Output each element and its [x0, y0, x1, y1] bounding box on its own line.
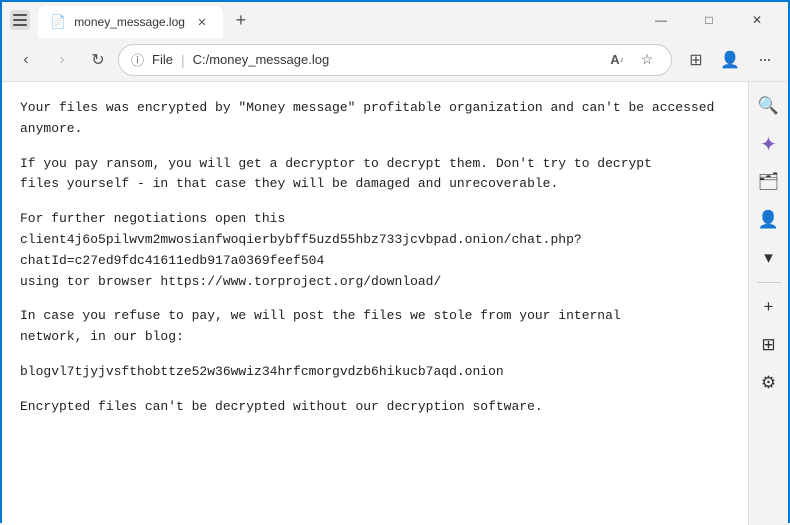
paragraph-3: For further negotiations open this clien…	[20, 209, 730, 292]
more-options-button[interactable]: ···	[748, 44, 780, 76]
read-aloud-button[interactable]: A♪	[605, 48, 629, 72]
paragraph-2: If you pay ransom, you will get a decryp…	[20, 154, 730, 196]
paragraph-5: blogvl7tjyjvsfthobttze52w36wwiz34hrfcmor…	[20, 362, 730, 383]
maximize-button[interactable]: □	[686, 4, 732, 36]
profile-button[interactable]: 👤	[714, 44, 746, 76]
sidebar-profile-button[interactable]: 👤	[753, 204, 785, 236]
address-text: C:/money_message.log	[193, 52, 330, 67]
new-tab-button[interactable]: +	[227, 6, 255, 34]
sidebar-settings-button[interactable]: ⚙	[753, 367, 785, 399]
close-button[interactable]: ✕	[734, 4, 780, 36]
address-bar[interactable]: ⓘ File | C:/money_message.log A♪ ☆	[118, 44, 672, 76]
refresh-button[interactable]: ↻	[82, 44, 114, 76]
sidebar-collections-button[interactable]: 🗂	[753, 166, 785, 198]
sidebar-screencast-button[interactable]: ⊞	[753, 329, 785, 361]
sidebar-search-button[interactable]: 🔍	[753, 90, 785, 122]
address-divider: |	[181, 52, 185, 68]
content-wrapper: Your files was encrypted by "Money messa…	[2, 82, 788, 525]
toolbar-right: ⊞ 👤 ···	[680, 44, 780, 76]
paragraph-1: Your files was encrypted by "Money messa…	[20, 98, 730, 140]
paragraph-4: In case you refuse to pay, we will post …	[20, 306, 730, 348]
tab-file-icon: 📄	[50, 14, 66, 30]
address-right-icons: A♪ ☆	[605, 48, 659, 72]
navigation-bar: ‹ › ↻ ⓘ File | C:/money_message.log A♪ ☆…	[2, 38, 788, 82]
window-controls-left	[10, 10, 30, 30]
paragraph-6: Encrypted files can't be decrypted witho…	[20, 397, 730, 418]
active-tab[interactable]: 📄 money_message.log ✕	[38, 6, 223, 38]
collections-button[interactable]: ⊞	[680, 44, 712, 76]
info-icon: ⓘ	[131, 50, 144, 69]
sidebar-toggle-button[interactable]	[10, 10, 30, 30]
sidebar-divider	[757, 282, 781, 283]
window-controls-right: — □ ✕	[638, 4, 780, 36]
tab-close-button[interactable]: ✕	[193, 13, 211, 31]
content-area[interactable]: Your files was encrypted by "Money messa…	[2, 82, 748, 525]
minimize-button[interactable]: —	[638, 4, 684, 36]
back-button[interactable]: ‹	[10, 44, 42, 76]
right-sidebar: 🔍 ✦ 🗂 👤 ▾ + ⊞ ⚙	[748, 82, 788, 525]
sidebar-add-button[interactable]: +	[753, 291, 785, 323]
favorites-star-icon[interactable]: ☆	[635, 48, 659, 72]
tab-label: money_message.log	[74, 15, 185, 29]
forward-button[interactable]: ›	[46, 44, 78, 76]
title-bar: 📄 money_message.log ✕ + — □ ✕	[2, 2, 788, 38]
file-label: File	[152, 52, 173, 67]
sidebar-dropdown-button[interactable]: ▾	[753, 242, 785, 274]
sidebar-copilot-button[interactable]: ✦	[753, 128, 785, 160]
